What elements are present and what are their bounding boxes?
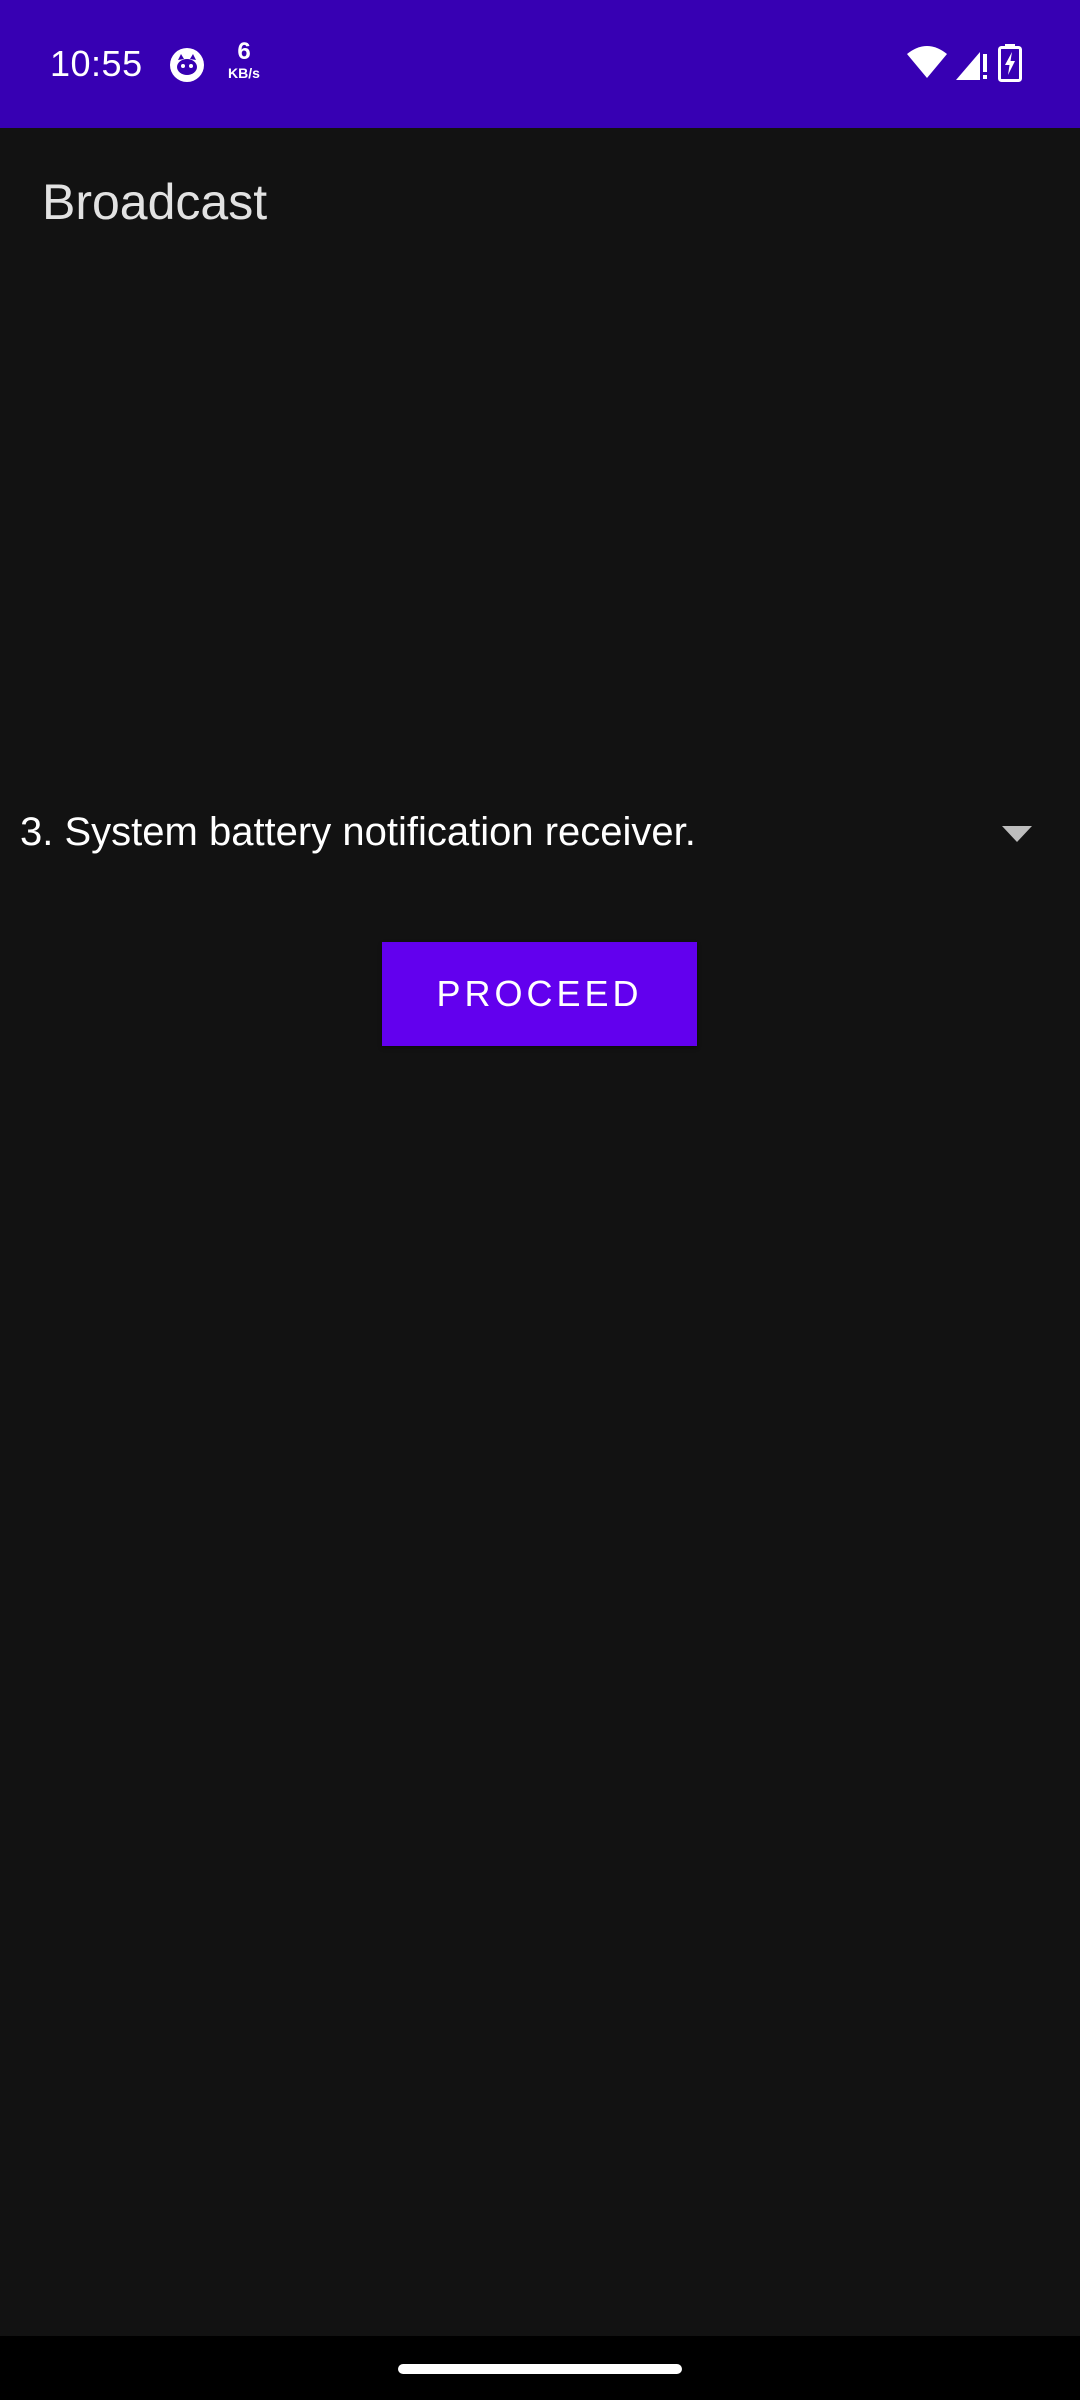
network-speed-unit: KB/s xyxy=(228,65,260,81)
navigation-bar xyxy=(0,2336,1080,2400)
battery-charging-icon xyxy=(998,44,1022,82)
screen: 10:55 6 KB/s Broadcast 3. System battery… xyxy=(0,0,1080,2400)
status-bar: 10:55 6 KB/s xyxy=(0,0,1080,128)
proceed-button[interactable]: PROCEED xyxy=(382,942,697,1046)
page-title: Broadcast xyxy=(42,174,268,230)
wifi-icon xyxy=(907,46,947,78)
home-indicator[interactable] xyxy=(398,2364,682,2374)
network-speed-value: 6 xyxy=(237,38,251,65)
signal-alert-icon xyxy=(956,52,987,80)
dropdown-triangle-icon xyxy=(1002,826,1032,842)
cat-face-icon xyxy=(170,48,204,82)
network-speed: 6 KB/s xyxy=(222,40,266,82)
status-time: 10:55 xyxy=(50,43,143,84)
receiver-spinner[interactable]: 3. System battery notification receiver. xyxy=(0,790,1080,874)
spinner-selected-value: 3. System battery notification receiver. xyxy=(20,810,696,854)
app-bar: Broadcast xyxy=(0,128,1080,278)
